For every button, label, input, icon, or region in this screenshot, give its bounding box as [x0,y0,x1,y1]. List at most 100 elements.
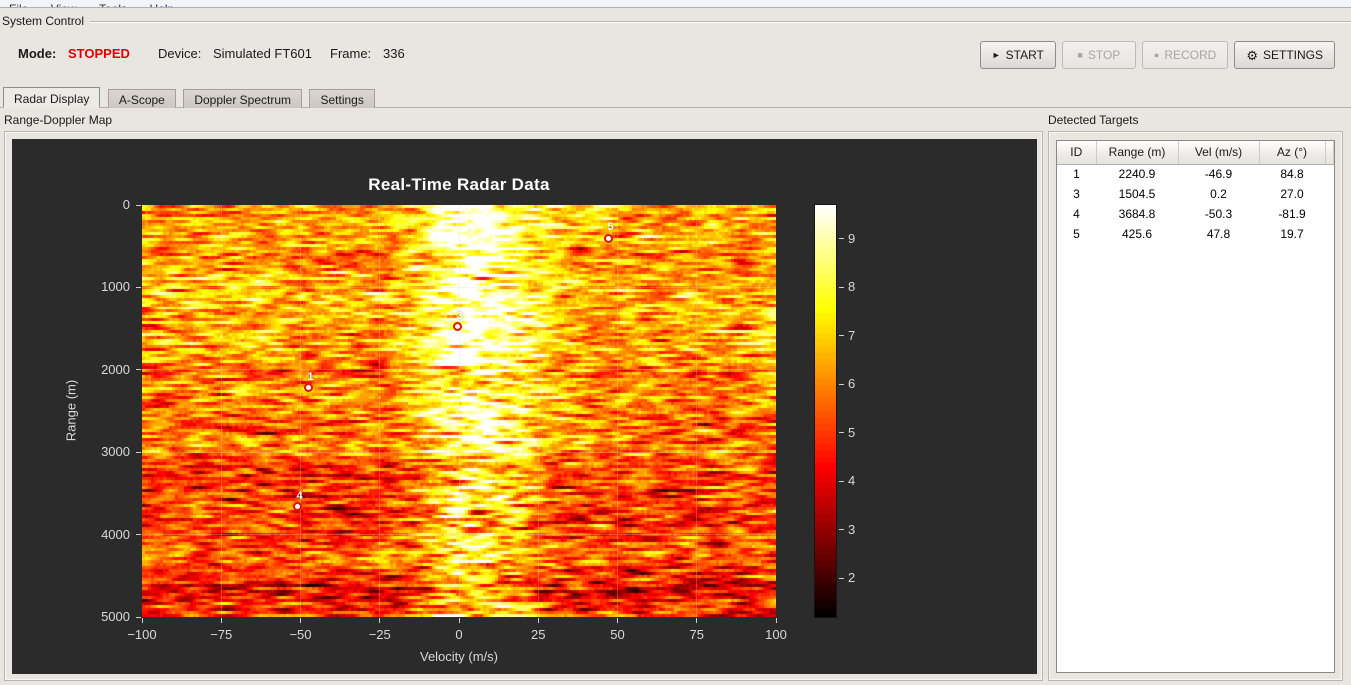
plot-title: Real-Time Radar Data [368,175,550,194]
y-tick-mark [136,204,141,206]
tab-doppler-spectrum[interactable]: Doppler Spectrum [183,89,303,108]
cell: 84.8 [1280,167,1304,182]
colorbar-tick-mark [839,238,844,240]
table-header-row: ID Range (m) Vel (m/s) Az (°) [1057,141,1334,165]
detected-targets-frame: ID Range (m) Vel (m/s) Az (°) 1 2240.9 -46.9 8… [1048,131,1343,681]
table-row[interactable]: 1 2240.9 -46.9 84.8 [1057,164,1334,184]
tab-radar-display[interactable]: Radar Display [3,87,101,108]
menu-help[interactable]: Help [141,2,184,7]
tab-settings[interactable]: Settings [309,89,375,108]
target-marker-label: 4 [296,489,303,502]
x-tick-mark [537,618,539,623]
colorbar [814,204,837,618]
y-axis-label: Range (m) [63,379,79,442]
start-button[interactable]: ► START [979,41,1056,69]
gridline-vertical [458,205,460,617]
x-tick-label: 100 [765,627,787,642]
gridline-horizontal [142,534,776,536]
record-button[interactable]: ● RECORD [1141,41,1229,69]
cell: 2240.9 [1118,167,1156,182]
cell [1325,204,1334,224]
column-header[interactable]: Vel (m/s) [1178,141,1260,165]
menu-file[interactable]: File [0,2,37,7]
targets-table: ID Range (m) Vel (m/s) Az (°) 1 2240.9 -46.9 8… [1057,141,1334,244]
x-tick-label: 75 [689,627,704,642]
cell: 3684.8 [1118,207,1156,221]
colorbar-tick-mark [839,480,844,482]
gridline-vertical [696,205,698,617]
plot-panel: Real-Time Radar Data Range (m) Velocity … [12,139,1037,674]
gridline-vertical [537,205,539,617]
x-tick-label: 0 [455,627,463,642]
record-button-label: RECORD [1164,48,1217,62]
colorbar-tick-mark [839,577,844,579]
cell: 3 [1073,187,1080,201]
x-tick-mark [300,618,301,623]
table-row[interactable]: 4 3684.8 -50.3 -81.9 [1057,204,1334,224]
x-tick-mark [379,618,381,623]
x-tick-mark [696,618,698,623]
menu-view[interactable]: View [42,2,86,7]
system-control-group-label: System Control [2,14,85,28]
colorbar-tick-mark [839,335,844,337]
column-header[interactable]: Range (m) [1096,141,1179,165]
targets-table-box: ID Range (m) Vel (m/s) Az (°) 1 2240.9 -46.9 8… [1056,140,1335,673]
gridline-vertical [300,205,301,617]
settings-button[interactable]: ⚙ SETTINGS [1234,41,1335,69]
mode-value: STOPPED [68,46,130,61]
cell: 425.6 [1121,227,1153,241]
target-marker [604,233,614,243]
y-tick-label: 3000 [101,444,130,460]
y-tick-label: 0 [122,197,130,212]
colorbar-tick-label: 4 [848,473,856,489]
stop-button-label: STOP [1087,48,1121,62]
cell: 1 [1073,167,1080,182]
cell: -81.9 [1278,207,1306,221]
colorbar-tick-mark [839,432,844,434]
tab-a-scope[interactable]: A-Scope [107,89,176,108]
y-tick-label: 5000 [101,609,130,624]
colorbar-tick-mark [839,286,844,288]
y-tick-mark [136,286,141,288]
settings-button-label: SETTINGS [1262,48,1323,62]
column-header[interactable]: Az (°) [1259,141,1326,165]
colorbar-tick-mark [839,529,844,531]
cell: -50.3 [1204,207,1233,221]
colorbar-tick-label: 5 [848,424,856,440]
x-axis-label: Velocity (m/s) [419,649,498,664]
table-row[interactable]: 5 425.6 47.8 19.7 [1057,224,1334,244]
x-tick-label: −100 [127,627,157,642]
menu-tools[interactable]: Tools [90,2,136,7]
stop-button[interactable]: ■ STOP [1061,41,1136,69]
gridline-vertical [220,205,222,617]
x-tick-label: −75 [210,627,233,642]
y-tick-mark [136,451,141,453]
gridline-horizontal [142,369,776,371]
x-tick-mark [775,618,777,623]
y-tick-mark [136,534,141,536]
stop-icon: ■ [1077,49,1083,60]
mode-label: Mode: [18,46,57,61]
y-tick-label: 1000 [101,279,130,295]
menu-bar: File View Tools Help [0,0,1351,8]
table-row[interactable]: 3 1504.5 0.2 27.0 [1057,184,1334,204]
cell: 4 [1073,207,1080,221]
target-marker-label: 1 [307,370,314,383]
y-tick-mark [136,616,141,618]
target-marker-label: 5 [607,221,614,234]
device-label: Device: [158,46,202,61]
y-tick-mark [136,369,141,371]
y-tick-label: 2000 [101,361,130,377]
x-tick-label: −50 [289,627,312,642]
colorbar-tick-label: 3 [848,521,856,537]
column-header[interactable] [1325,141,1334,165]
record-icon: ● [1153,49,1160,60]
cell: 27.0 [1280,187,1304,201]
range-doppler-map-label: Range-Doppler Map [4,113,113,127]
gridline-horizontal [142,451,776,453]
colorbar-tick-mark [839,383,844,385]
column-header[interactable]: ID [1057,141,1097,165]
cell: 5 [1073,227,1080,241]
play-icon: ► [991,49,1001,60]
cell [1325,184,1334,204]
